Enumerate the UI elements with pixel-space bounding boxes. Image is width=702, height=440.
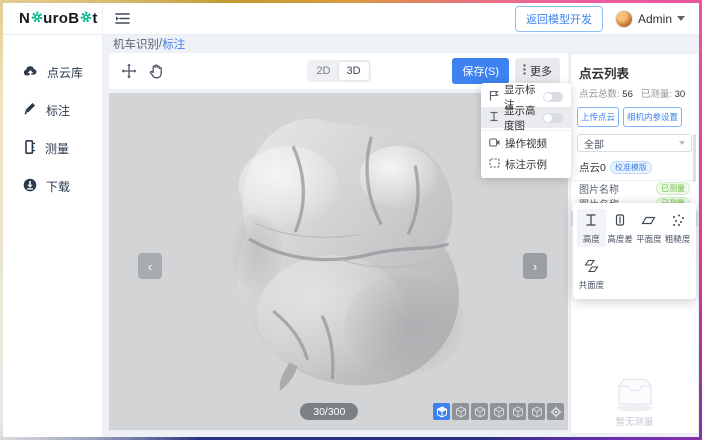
locate-view-button[interactable] (547, 403, 564, 420)
download-icon (23, 178, 37, 195)
sidebar-item-download[interactable]: 下载 (3, 167, 102, 205)
gear-icon (31, 10, 43, 27)
more-button-label: 更多 (530, 63, 552, 79)
stat-total: 点云总数: 56 (579, 86, 633, 100)
app-logo: N uroB t (19, 10, 98, 27)
prev-image-button[interactable]: ‹ (138, 253, 162, 279)
user-name: Admin (638, 12, 672, 26)
breadcrumb: 机车识别/标注 (103, 35, 699, 53)
tool-height-diff[interactable]: 高度差 (606, 209, 635, 247)
menu-item-label: 标注示例 (505, 157, 547, 172)
left-view-button[interactable] (490, 403, 507, 420)
app-window: N uroB t 返回模型开发 Admin (3, 3, 699, 437)
flag-icon (489, 90, 499, 104)
pen-icon (23, 102, 37, 118)
breadcrumb-current: 标注 (162, 36, 185, 52)
sidebar-item-label: 下载 (46, 178, 70, 195)
back-to-model-dev-button[interactable]: 返回模型开发 (515, 6, 603, 32)
menu-item-label: 显示高度图 (504, 103, 538, 133)
camera-intrinsics-button[interactable]: 相机内参设置 (623, 107, 682, 127)
chevron-down-icon (677, 16, 685, 21)
iso-view-button[interactable] (433, 403, 450, 420)
tab-3d[interactable]: 3D (339, 62, 369, 80)
front-view-button[interactable] (452, 403, 469, 420)
top-view-button[interactable] (528, 403, 545, 420)
logo-text-part3: t (92, 10, 97, 27)
pointcloud-list-panel: 点云列表 点云总数: 56 已测量: 30 上传点云 相机内参设置 全部 点 (570, 53, 699, 434)
move-icon[interactable] (121, 63, 137, 79)
user-menu[interactable]: Admin (615, 10, 685, 28)
frame-icon (489, 158, 500, 171)
back-view-button[interactable] (471, 403, 488, 420)
list-item[interactable]: 图片名称 已测量 (571, 181, 698, 196)
panel-scrollbar[interactable] (693, 134, 696, 182)
template-badge: 校准模版 (610, 161, 652, 174)
ruler-icon (23, 140, 36, 157)
filter-select-value: 全部 (584, 136, 604, 151)
height-tool-icon (584, 213, 598, 230)
tool-roughness[interactable]: 粗糙度 (663, 209, 692, 247)
sidebar-item-label: 标注 (46, 102, 70, 119)
logo-area: N uroB t (3, 3, 103, 34)
roughness-tool-icon (671, 213, 685, 230)
flatness-tool-icon (641, 213, 656, 230)
point-cloud-3d-model[interactable] (197, 107, 487, 412)
filter-select[interactable]: 全部 (577, 134, 692, 152)
gradient-frame: N uroB t 返回模型开发 Admin (0, 0, 702, 440)
image-counter: 30/300 (300, 403, 358, 420)
menu-item-annotation-example[interactable]: 标注示例 (481, 154, 571, 175)
coplanarity-tool-icon (584, 259, 599, 276)
gear-icon (80, 10, 92, 27)
breadcrumb-parent[interactable]: 机车识别 (113, 36, 159, 52)
pointcloud-group-row[interactable]: 点云0 校准模版 (571, 159, 698, 181)
sidebar-item-pointcloud-library[interactable]: 点云库 (3, 53, 102, 91)
upload-pointcloud-button[interactable]: 上传点云 (577, 107, 619, 127)
more-button[interactable]: 更多 (515, 58, 560, 84)
top-header: N uroB t 返回模型开发 Admin (3, 3, 699, 35)
show-annotations-toggle[interactable] (543, 92, 563, 102)
height-icon (489, 111, 499, 125)
show-heightmap-toggle[interactable] (543, 113, 563, 123)
panel-stats: 点云总数: 56 已测量: 30 (571, 86, 698, 107)
right-view-button[interactable] (509, 403, 526, 420)
view-mode-switch: 2D 3D (306, 60, 370, 82)
empty-text: 暂无测量 (615, 414, 653, 428)
canvas-toolbar: 2D 3D 保存(S) 更多 (109, 53, 568, 89)
menu-item-label: 操作视频 (505, 136, 547, 151)
sidebar-item-measure[interactable]: 测量 (3, 129, 102, 167)
tool-coplanarity[interactable]: 共面度 (577, 255, 606, 293)
next-image-button[interactable]: › (523, 253, 547, 279)
more-dots-icon (523, 64, 526, 78)
menu-item-show-heightmap[interactable]: 显示高度图 (481, 107, 571, 128)
logo-text-part1: N (19, 10, 30, 27)
menu-item-tutorial-video[interactable]: 操作视频 (481, 133, 571, 154)
height-diff-tool-icon (613, 213, 627, 230)
measure-tools-popup: 高度 高度差 平面度 (573, 203, 696, 299)
collapse-sidebar-icon[interactable] (115, 12, 130, 25)
tool-height[interactable]: 高度 (577, 209, 606, 247)
sidebar-item-label: 测量 (45, 140, 69, 157)
pointcloud-name: 点云0 (579, 160, 606, 175)
stat-measured: 已测量: 30 (641, 86, 685, 100)
tab-2d[interactable]: 2D (308, 62, 338, 80)
empty-box-icon (611, 378, 659, 412)
save-button[interactable]: 保存(S) (452, 58, 509, 84)
empty-measure-state: 暂无测量 (571, 378, 698, 428)
user-avatar (615, 10, 633, 28)
panel-title: 点云列表 (571, 54, 698, 86)
left-sidebar: 点云库 标注 测量 下载 (3, 35, 103, 437)
header-right: 返回模型开发 Admin (515, 6, 699, 32)
chevron-down-icon (679, 141, 685, 145)
hand-icon[interactable] (149, 64, 163, 79)
sidebar-item-annotate[interactable]: 标注 (3, 91, 102, 129)
view-orientation-buttons (433, 403, 564, 420)
cloud-icon (23, 65, 38, 80)
logo-text-part2: uroB (43, 10, 79, 27)
measured-badge: 已测量 (656, 182, 690, 195)
sidebar-item-label: 点云库 (47, 64, 83, 81)
more-dropdown-menu: 显示标注 显示高度图 (481, 83, 571, 178)
video-icon (489, 138, 500, 150)
tool-flatness[interactable]: 平面度 (635, 209, 664, 247)
